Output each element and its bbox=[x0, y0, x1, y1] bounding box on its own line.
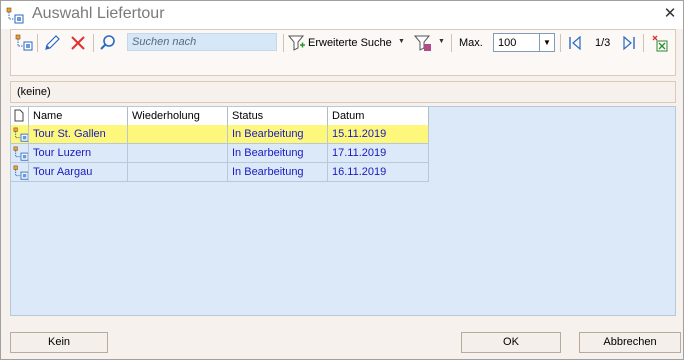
filter-save-icon[interactable] bbox=[414, 34, 432, 52]
column-header-status[interactable]: Status bbox=[228, 107, 328, 125]
cell-status: In Bearbeitung bbox=[228, 125, 328, 144]
column-header-name[interactable]: Name bbox=[29, 107, 128, 125]
search-icon[interactable] bbox=[99, 34, 117, 52]
grid-header: Name Wiederholung Status Datum bbox=[11, 107, 429, 125]
page-indicator: 1/3 bbox=[595, 37, 611, 49]
none-button[interactable]: Kein bbox=[10, 332, 108, 353]
cell-name: Tour St. Gallen bbox=[29, 125, 128, 144]
toolbar: Suchen nach Erweiterte Suche ▼ ▼ Max. 10… bbox=[10, 29, 676, 76]
cell-date: 17.11.2019 bbox=[328, 144, 429, 163]
window-title: Auswahl Liefertour bbox=[32, 5, 165, 22]
column-icon-header bbox=[11, 107, 29, 125]
active-filter-bar: (keine) bbox=[10, 81, 676, 103]
max-results-value: 100 bbox=[498, 37, 517, 49]
toolbar-separator bbox=[560, 34, 561, 52]
toolbar-separator bbox=[37, 34, 38, 52]
toolbar-separator bbox=[93, 34, 94, 52]
row-icon-cell bbox=[11, 163, 29, 182]
table-row[interactable]: Tour St. Gallen In Bearbeitung 15.11.201… bbox=[11, 125, 429, 144]
extended-search-label[interactable]: Erweiterte Suche bbox=[308, 37, 392, 49]
tour-icon bbox=[13, 165, 28, 180]
close-button[interactable]: ✕ bbox=[663, 6, 677, 22]
chevron-down-icon[interactable]: ▼ bbox=[539, 34, 554, 51]
ok-button[interactable]: OK bbox=[461, 332, 561, 353]
row-icon-cell bbox=[11, 144, 29, 163]
excel-export-icon[interactable] bbox=[651, 34, 669, 52]
chevron-down-icon[interactable]: ▼ bbox=[398, 38, 405, 45]
active-filter-text: (keine) bbox=[17, 86, 51, 98]
next-page-icon[interactable] bbox=[620, 34, 638, 52]
document-icon bbox=[14, 109, 24, 122]
search-input[interactable]: Suchen nach bbox=[127, 33, 277, 51]
toolbar-separator bbox=[451, 34, 452, 52]
cell-status: In Bearbeitung bbox=[228, 163, 328, 182]
cancel-button[interactable]: Abbrechen bbox=[579, 332, 681, 353]
table-row[interactable]: Tour Aargau In Bearbeitung 16.11.2019 bbox=[11, 163, 429, 182]
dialog-window: Auswahl Liefertour ✕ Suchen nach Erweite… bbox=[0, 0, 684, 360]
max-results-select[interactable]: 100 ▼ bbox=[493, 33, 555, 52]
max-label: Max. bbox=[459, 37, 483, 49]
cell-repeat bbox=[128, 144, 228, 163]
tour-icon bbox=[13, 127, 28, 142]
cell-date: 15.11.2019 bbox=[328, 125, 429, 144]
cell-name: Tour Aargau bbox=[29, 163, 128, 182]
toolbar-separator bbox=[283, 34, 284, 52]
column-header-repeat[interactable]: Wiederholung bbox=[128, 107, 228, 125]
cell-date: 16.11.2019 bbox=[328, 163, 429, 182]
column-header-date[interactable]: Datum bbox=[328, 107, 429, 125]
cell-repeat bbox=[128, 125, 228, 144]
chevron-down-icon[interactable]: ▼ bbox=[438, 38, 445, 45]
edit-pencil-icon[interactable] bbox=[43, 34, 61, 52]
table-row[interactable]: Tour Luzern In Bearbeitung 17.11.2019 bbox=[11, 144, 429, 163]
tour-grid: Name Wiederholung Status Datum Tour St. … bbox=[10, 106, 676, 316]
tour-icon bbox=[6, 7, 24, 24]
row-icon-cell bbox=[11, 125, 29, 144]
toolbar-separator bbox=[643, 34, 644, 52]
cell-repeat bbox=[128, 163, 228, 182]
first-page-icon[interactable] bbox=[566, 34, 584, 52]
cell-status: In Bearbeitung bbox=[228, 144, 328, 163]
cell-name: Tour Luzern bbox=[29, 144, 128, 163]
extended-search-filter-icon[interactable] bbox=[288, 34, 306, 52]
title-bar: Auswahl Liefertour ✕ bbox=[1, 1, 683, 29]
tour-icon bbox=[13, 146, 28, 161]
delete-x-icon[interactable] bbox=[69, 34, 87, 52]
new-tour-icon[interactable] bbox=[15, 34, 33, 52]
